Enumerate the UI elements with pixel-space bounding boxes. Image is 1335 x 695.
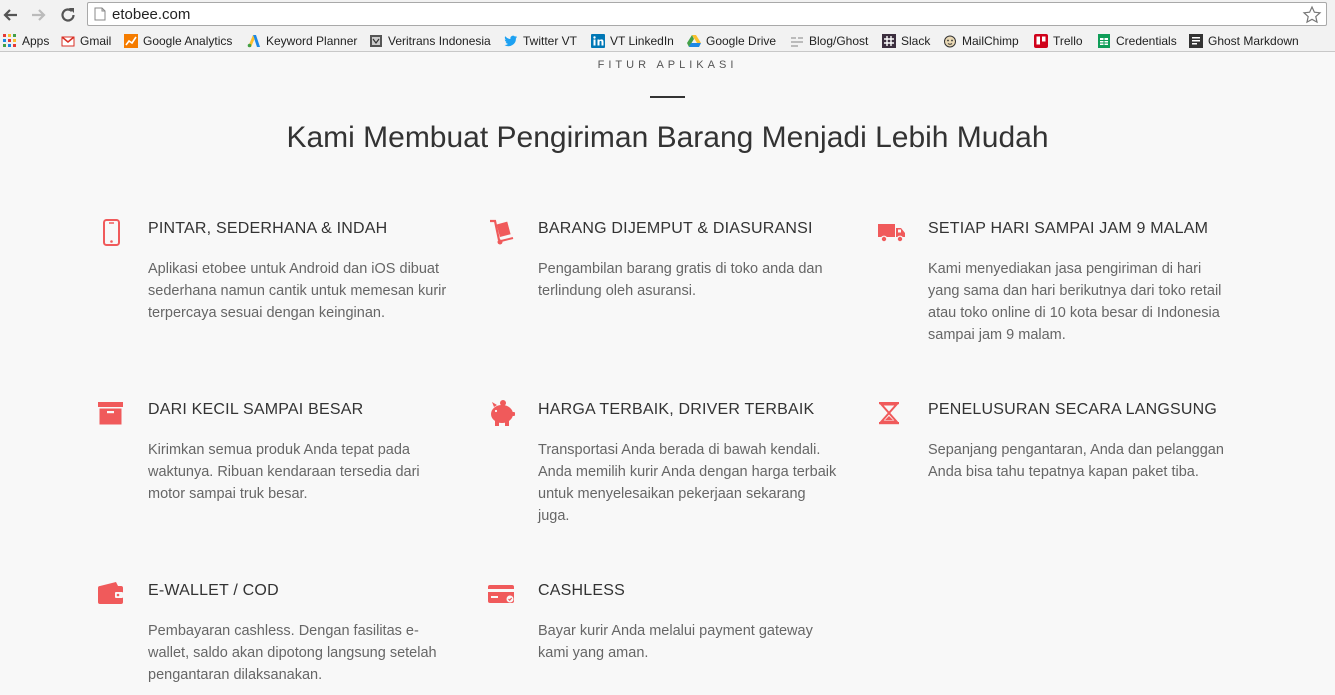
feature-title: CASHLESS bbox=[538, 582, 625, 599]
reload-icon bbox=[61, 8, 75, 22]
feature-item: SETIAP HARI SAMPAI JAM 9 MALAM Kami meny… bbox=[878, 218, 1221, 348]
feature-title: PINTAR, SEDERHANA & INDAH bbox=[148, 220, 388, 237]
ghost-icon bbox=[791, 37, 803, 47]
archive-box-icon bbox=[98, 402, 123, 425]
feature-description: Kirimkan semua produk Anda tepat pada wa… bbox=[148, 442, 420, 502]
feature-description: Pengambilan barang gratis di toko anda d… bbox=[538, 261, 823, 299]
twitter-icon bbox=[504, 35, 517, 47]
feature-item: HARGA TERBAIK, DRIVER TERBAIK Transporta… bbox=[488, 399, 836, 529]
forward-button[interactable] bbox=[27, 4, 49, 26]
feature-title: BARANG DIJEMPUT & DIASURANSI bbox=[538, 220, 813, 237]
slack-icon bbox=[882, 34, 896, 48]
feature-item: CASHLESS Bayar kurir Anda melalui paymen… bbox=[488, 580, 818, 690]
bookmark-mailchimp[interactable]: MailChimp bbox=[943, 33, 1019, 49]
feature-title: PENELUSURAN SECARA LANGSUNG bbox=[928, 401, 1218, 418]
feature-description: Bayar kurir Anda melalui payment gateway… bbox=[538, 623, 813, 661]
back-arrow-icon bbox=[3, 9, 17, 21]
feature-title: E-WALLET / COD bbox=[148, 582, 279, 599]
browser-toolbar: etobee.com bbox=[0, 0, 1335, 30]
feature-item: BARANG DIJEMPUT & DIASURANSI Pengambilan… bbox=[488, 218, 823, 348]
page-icon bbox=[94, 7, 106, 21]
feature-title: HARGA TERBAIK, DRIVER TERBAIK bbox=[538, 401, 815, 418]
bookmark-ghost-markdown[interactable]: Ghost Markdown bbox=[1189, 33, 1299, 49]
feature-item: PENELUSURAN SECARA LANGSUNG Sepanjang pe… bbox=[878, 399, 1224, 529]
feature-item: PINTAR, SEDERHANA & INDAH Aplikasi etobe… bbox=[98, 218, 446, 348]
bookmark-linkedin[interactable]: VT LinkedIn bbox=[591, 33, 674, 49]
wallet-icon bbox=[98, 582, 123, 604]
credit-card-icon bbox=[488, 585, 514, 603]
feature-description: Kami menyediakan jasa pengiriman di hari… bbox=[928, 261, 1222, 343]
bookmark-credentials[interactable]: Credentials bbox=[1097, 33, 1177, 49]
features-section: FITUR APLIKASI Kami Membuat Pengiriman B… bbox=[0, 53, 1335, 695]
trello-icon bbox=[1034, 34, 1048, 48]
section-eyebrow: FITUR APLIKASI bbox=[597, 59, 738, 71]
linkedin-icon bbox=[591, 34, 605, 48]
section-divider bbox=[650, 96, 685, 98]
hourglass-icon bbox=[879, 402, 899, 425]
url-text: etobee.com bbox=[112, 6, 191, 23]
feature-description: Pembayaran cashless. Dengan fasilitas e-… bbox=[148, 623, 437, 683]
feature-item: E-WALLET / COD Pembayaran cashless. Deng… bbox=[98, 580, 437, 690]
bookmark-google-drive[interactable]: Google Drive bbox=[687, 33, 776, 49]
reload-button[interactable] bbox=[57, 4, 79, 26]
smartphone-icon bbox=[103, 219, 120, 246]
veritrans-icon bbox=[370, 35, 382, 47]
bookmark-star-icon[interactable] bbox=[1302, 5, 1322, 25]
markdown-icon bbox=[1189, 34, 1203, 48]
forward-arrow-icon bbox=[32, 9, 46, 21]
section-headline: Kami Membuat Pengiriman Barang Menjadi L… bbox=[286, 121, 1049, 154]
bookmark-gmail[interactable]: Gmail bbox=[61, 33, 111, 49]
feature-item: DARI KECIL SAMPAI BESAR Kirimkan semua p… bbox=[98, 399, 428, 529]
bookmark-apps[interactable]: Apps bbox=[3, 33, 49, 49]
feature-description: Sepanjang pengantaran, Anda dan pelangga… bbox=[928, 442, 1224, 480]
apps-grid-icon bbox=[3, 34, 16, 47]
sheets-icon bbox=[1098, 34, 1110, 48]
adwords-icon bbox=[247, 35, 260, 48]
feature-title: SETIAP HARI SAMPAI JAM 9 MALAM bbox=[928, 220, 1209, 237]
feature-description: Aplikasi etobee untuk Android dan iOS di… bbox=[148, 261, 447, 321]
mailchimp-icon bbox=[944, 35, 956, 48]
bookmark-blog-ghost[interactable]: Blog/Ghost bbox=[790, 33, 868, 49]
piggy-bank-icon bbox=[491, 400, 515, 426]
bookmarks-bar: Apps Gmail Google Analytics Keyword Plan… bbox=[0, 30, 1335, 52]
delivery-truck-icon bbox=[878, 224, 905, 243]
feature-description: Transportasi Anda berada di bawah kendal… bbox=[538, 442, 837, 524]
back-button[interactable] bbox=[0, 4, 22, 26]
address-bar[interactable]: etobee.com bbox=[87, 2, 1327, 26]
bookmark-trello[interactable]: Trello bbox=[1034, 33, 1083, 49]
hand-truck-icon bbox=[490, 219, 514, 245]
drive-icon bbox=[687, 35, 701, 47]
gmail-icon bbox=[61, 36, 75, 47]
bookmark-google-analytics[interactable]: Google Analytics bbox=[124, 33, 232, 49]
analytics-icon bbox=[124, 34, 138, 48]
bookmark-twitter[interactable]: Twitter VT bbox=[504, 33, 577, 49]
bookmark-veritrans[interactable]: Veritrans Indonesia bbox=[369, 33, 491, 49]
bookmark-slack[interactable]: Slack bbox=[882, 33, 930, 49]
bookmark-keyword-planner[interactable]: Keyword Planner bbox=[247, 33, 357, 49]
feature-title: DARI KECIL SAMPAI BESAR bbox=[148, 401, 364, 418]
